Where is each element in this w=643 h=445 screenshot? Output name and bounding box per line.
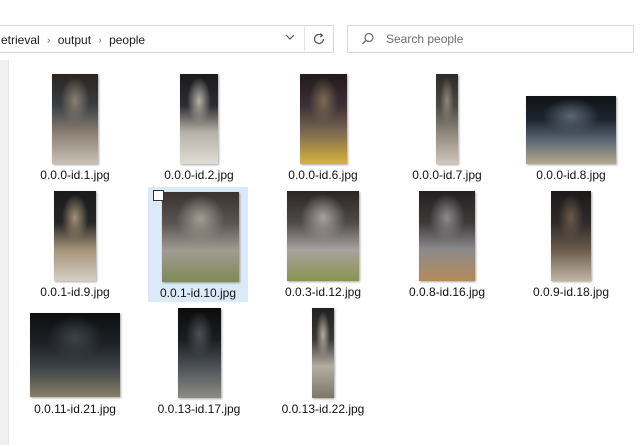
refresh-icon[interactable] (304, 27, 333, 51)
chevron-right-icon[interactable]: › (93, 35, 107, 46)
image-thumbnail[interactable] (180, 74, 218, 164)
file-name-label: 0.0.0-id.2.jpg (164, 168, 234, 182)
address-bar[interactable]: etrieval › output › people (0, 25, 334, 53)
file-item[interactable]: 0.0.1-id.10.jpg (148, 187, 248, 302)
image-thumbnail[interactable] (52, 74, 98, 164)
image-thumbnail[interactable] (436, 74, 458, 164)
file-name-label: 0.0.9-id.18.jpg (532, 285, 610, 299)
file-item[interactable]: 0.0.3-id.12.jpg (273, 187, 373, 302)
search-icon (361, 32, 375, 46)
file-name-label: 0.0.0-id.7.jpg (412, 168, 482, 182)
file-name-label: 0.0.0-id.8.jpg (536, 168, 606, 182)
image-thumbnail[interactable] (287, 191, 359, 281)
file-item[interactable]: 0.0.0-id.7.jpg (397, 70, 497, 185)
image-thumbnail[interactable] (419, 191, 475, 281)
file-item[interactable]: 0.0.0-id.1.jpg (25, 70, 125, 185)
image-thumbnail[interactable] (30, 313, 120, 397)
image-thumbnail[interactable] (312, 308, 334, 398)
file-name-label: 0.0.1-id.9.jpg (40, 285, 110, 299)
file-name-label: 0.0.8-id.16.jpg (408, 285, 486, 299)
image-thumbnail[interactable] (300, 74, 347, 164)
breadcrumb-item-retrieval[interactable]: etrieval (0, 33, 42, 47)
breadcrumb: etrieval › output › people (0, 32, 147, 48)
file-name-label: 0.0.1-id.10.jpg (159, 286, 237, 300)
chevron-right-icon[interactable]: › (42, 35, 56, 46)
breadcrumb-item-output[interactable]: output (56, 33, 93, 47)
chevron-down-icon[interactable] (281, 30, 299, 48)
navigation-pane-edge[interactable] (0, 60, 9, 445)
file-item[interactable]: 0.0.13-id.17.jpg (149, 304, 249, 419)
selection-checkbox[interactable] (153, 190, 164, 201)
image-thumbnail[interactable] (178, 308, 221, 398)
file-item[interactable]: 0.0.8-id.16.jpg (397, 187, 497, 302)
file-name-label: 0.0.0-id.6.jpg (288, 168, 358, 182)
file-item[interactable]: 0.0.1-id.9.jpg (25, 187, 125, 302)
file-name-label: 0.0.13-id.17.jpg (157, 402, 241, 416)
file-item[interactable]: 0.0.13-id.22.jpg (273, 304, 373, 419)
file-item[interactable]: 0.0.9-id.18.jpg (521, 187, 621, 302)
image-thumbnail[interactable] (526, 96, 616, 164)
image-thumbnail[interactable] (54, 191, 96, 281)
breadcrumb-item-people[interactable]: people (107, 33, 147, 47)
file-name-label: 0.0.0-id.1.jpg (40, 168, 110, 182)
image-thumbnail[interactable] (551, 191, 591, 281)
window-top-strip (0, 0, 643, 18)
file-item[interactable]: 0.0.0-id.2.jpg (149, 70, 249, 185)
file-name-label: 0.0.3-id.12.jpg (284, 285, 362, 299)
file-name-label: 0.0.11-id.21.jpg (34, 402, 116, 416)
file-item[interactable]: 0.0.11-id.21.jpg (25, 304, 125, 419)
file-item[interactable]: 0.0.0-id.6.jpg (273, 70, 373, 185)
file-item[interactable]: 0.0.0-id.8.jpg (521, 70, 621, 185)
file-name-label: 0.0.13-id.22.jpg (281, 402, 365, 416)
image-thumbnail[interactable] (162, 192, 239, 282)
search-input[interactable] (386, 30, 626, 48)
search-box[interactable] (347, 25, 634, 53)
